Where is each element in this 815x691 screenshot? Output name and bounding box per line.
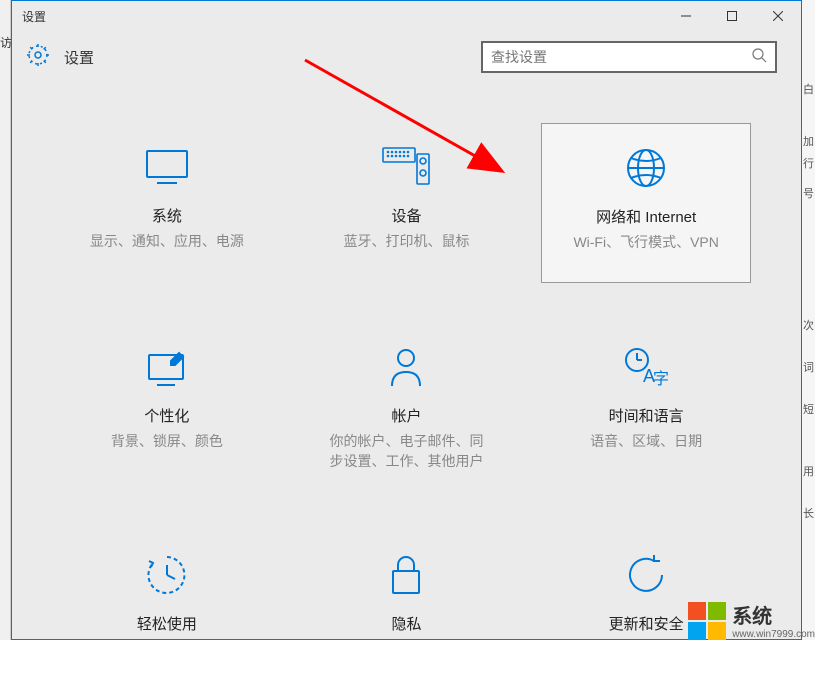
background-panel-right: 白 加 行 号 次 词 短 用 长 <box>802 0 815 640</box>
gear-icon <box>26 43 50 72</box>
tile-personalization[interactable]: 个性化 背景、锁屏、颜色 <box>62 323 272 491</box>
tile-desc: 蓝牙、打印机、鼠标 <box>343 232 469 252</box>
lock-icon <box>388 551 424 599</box>
tile-title: 个性化 <box>144 405 189 426</box>
tile-time-language[interactable]: A 字 时间和语言 语音、区域、日期 <box>541 323 751 491</box>
watermark: 系统 www.win7999.com <box>688 600 815 640</box>
tile-title: 网络和 Internet <box>596 206 696 227</box>
tile-desc: 背景、锁屏、颜色 <box>111 432 223 452</box>
close-button[interactable] <box>755 1 801 31</box>
time-language-icon: A 字 <box>623 343 669 391</box>
titlebar: 设置 <box>12 1 801 31</box>
update-icon <box>624 551 668 599</box>
tile-title: 系统 <box>152 205 182 226</box>
tile-network[interactable]: 网络和 Internet Wi-Fi、飞行模式、VPN <box>541 123 751 283</box>
watermark-url: www.win7999.com <box>732 629 815 640</box>
tile-desc: 语音、区域、日期 <box>590 432 702 452</box>
tile-ease-of-access[interactable]: 轻松使用 <box>62 531 272 691</box>
search-icon <box>751 47 767 68</box>
person-icon <box>386 343 426 391</box>
tile-desc: 你的帐户、电子邮件、同步设置、工作、其他用户 <box>326 432 486 471</box>
header: 设置 <box>12 31 801 93</box>
tile-title: 更新和安全 <box>609 613 684 634</box>
tile-desc: 显示、通知、应用、电源 <box>90 232 244 252</box>
watermark-main: 系统 <box>732 600 772 629</box>
ease-icon <box>145 551 189 599</box>
tile-devices[interactable]: 设备 蓝牙、打印机、鼠标 <box>302 123 512 283</box>
personalization-icon <box>145 343 189 391</box>
header-left: 设置 <box>26 43 94 72</box>
minimize-button[interactable] <box>663 1 709 31</box>
tile-desc: Wi-Fi、飞行模式、VPN <box>573 233 718 253</box>
watermark-text: 系统 www.win7999.com <box>732 600 815 640</box>
display-icon <box>143 143 191 191</box>
tile-accounts[interactable]: 帐户 你的帐户、电子邮件、同步设置、工作、其他用户 <box>302 323 512 491</box>
search-input[interactable] <box>491 49 751 65</box>
background-panel-left: 访 <box>0 0 11 640</box>
tile-title: 轻松使用 <box>137 613 197 634</box>
tile-title: 时间和语言 <box>609 405 684 426</box>
tile-title: 隐私 <box>391 613 421 634</box>
tile-title: 帐户 <box>391 405 421 426</box>
tile-privacy[interactable]: 隐私 <box>302 531 512 691</box>
window-controls <box>663 1 801 31</box>
search-box[interactable] <box>481 41 777 73</box>
tile-title: 设备 <box>391 205 421 226</box>
page-title: 设置 <box>64 47 94 68</box>
maximize-button[interactable] <box>709 1 755 31</box>
window-title: 设置 <box>12 8 46 25</box>
watermark-logo-icon <box>688 602 726 640</box>
svg-text:字: 字 <box>653 370 669 388</box>
settings-window: 设置 设置 <box>11 0 802 640</box>
devices-icon <box>381 143 431 191</box>
globe-icon <box>624 144 668 192</box>
settings-grid: 系统 显示、通知、应用、电源 设备 蓝牙、打印机、鼠标 <box>12 93 801 691</box>
tile-system[interactable]: 系统 显示、通知、应用、电源 <box>62 123 272 283</box>
